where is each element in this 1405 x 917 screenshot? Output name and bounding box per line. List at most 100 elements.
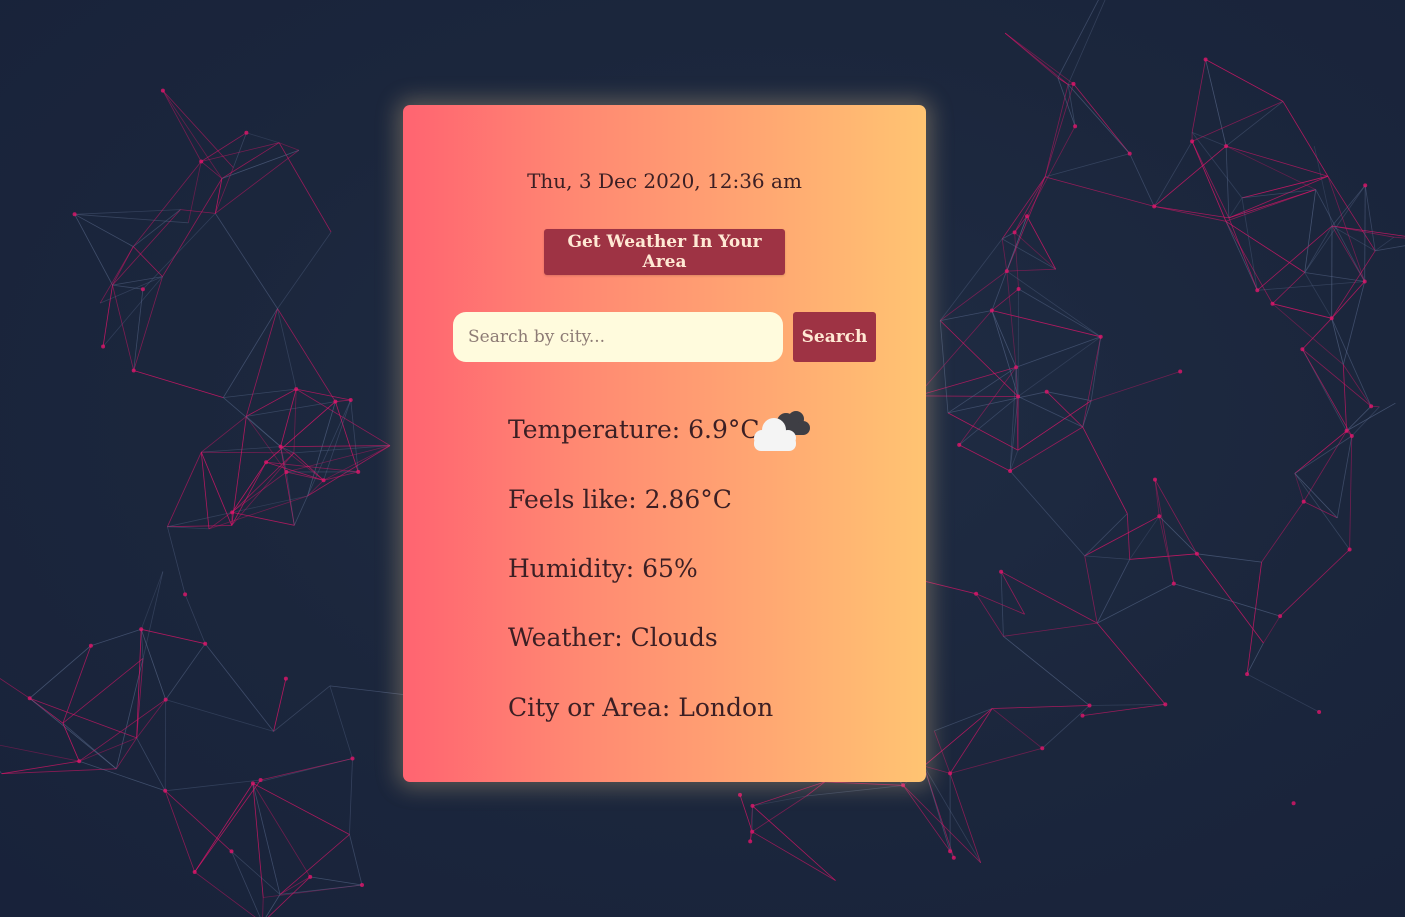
network-node	[192, 870, 197, 874]
network-line	[1042, 705, 1090, 749]
network-line	[278, 142, 332, 233]
network-line	[277, 308, 297, 390]
network-line	[78, 699, 166, 762]
network-node	[308, 874, 313, 879]
network-line	[947, 391, 1047, 414]
network-line	[1126, 513, 1131, 560]
network-node	[356, 469, 361, 474]
network-node	[1098, 334, 1103, 339]
network-line	[1082, 336, 1102, 428]
network-line	[1044, 176, 1155, 207]
network-node	[1044, 389, 1049, 394]
network-line	[933, 730, 951, 774]
network-node	[27, 696, 32, 701]
network-line	[201, 446, 281, 453]
network-line	[1304, 272, 1365, 282]
network-line	[222, 308, 278, 398]
network-node	[1317, 710, 1322, 714]
network-line	[142, 213, 216, 290]
temperature-text: Temperature: 6.9°C	[508, 415, 760, 444]
network-line	[1342, 364, 1347, 431]
network-line	[90, 628, 142, 647]
network-line	[1196, 553, 1262, 563]
network-line	[133, 209, 181, 247]
network-node	[948, 771, 953, 776]
network-line	[201, 451, 294, 454]
network-line	[1191, 141, 1227, 222]
network-line	[1331, 318, 1372, 407]
network-node	[1255, 288, 1260, 293]
network-node	[1080, 713, 1085, 718]
network-line	[74, 213, 189, 224]
network-line	[1304, 189, 1317, 273]
network-node	[1012, 230, 1017, 235]
network-line	[140, 629, 167, 700]
network-node	[748, 839, 753, 844]
network-line	[1006, 271, 1017, 368]
network-node	[1270, 301, 1275, 306]
network-line	[100, 276, 163, 304]
network-line	[214, 213, 278, 309]
network-line	[992, 705, 1090, 709]
search-button[interactable]: Search	[793, 312, 876, 362]
network-line	[162, 178, 223, 277]
network-node	[321, 478, 326, 483]
network-node	[163, 697, 168, 702]
network-node	[750, 803, 755, 808]
network-line	[917, 395, 1019, 397]
broken-clouds-icon	[754, 411, 810, 451]
network-node	[1040, 746, 1045, 751]
network-line	[132, 161, 202, 247]
network-line	[923, 765, 951, 852]
network-line	[335, 399, 351, 402]
network-node	[140, 287, 145, 292]
network-node	[1025, 214, 1029, 219]
network-line	[252, 783, 281, 895]
network-line	[1246, 562, 1262, 675]
network-line	[194, 779, 261, 873]
network-line	[141, 628, 206, 645]
network-line	[1346, 405, 1372, 432]
network-line	[1154, 206, 1226, 222]
network-line	[167, 526, 186, 595]
network-line	[1225, 146, 1230, 218]
network-line	[167, 525, 232, 528]
network-line	[916, 310, 993, 397]
network-node	[1194, 551, 1199, 556]
network-line	[1336, 435, 1353, 518]
network-node	[1329, 316, 1334, 321]
network-line	[200, 161, 223, 179]
network-line	[1006, 268, 1056, 272]
network-line	[1225, 145, 1316, 190]
network-line	[1294, 473, 1338, 519]
network-line	[252, 783, 311, 878]
network-line	[1263, 615, 1281, 644]
network-node	[1362, 279, 1367, 284]
network-line	[1044, 153, 1130, 178]
network-node	[229, 849, 234, 854]
network-node	[250, 781, 255, 786]
network-line	[1303, 430, 1347, 502]
network-node	[999, 569, 1004, 574]
network-node	[1291, 801, 1296, 806]
network-line	[180, 209, 216, 214]
get-local-weather-button[interactable]: Get Weather In Your Area	[544, 229, 785, 275]
network-line	[1205, 59, 1284, 102]
network-line	[165, 699, 274, 732]
network-line	[279, 884, 363, 895]
network-node	[1016, 394, 1021, 399]
city-search-input[interactable]	[453, 312, 783, 362]
weather-card: Thu, 3 Dec 2020, 12:36 am Get Weather In…	[403, 105, 926, 782]
network-node	[1008, 469, 1013, 473]
network-line	[1158, 516, 1175, 584]
city-text: City or Area: London	[508, 693, 774, 722]
network-node	[1278, 614, 1283, 619]
network-line	[1003, 622, 1098, 637]
network-line	[162, 90, 223, 179]
network-line	[200, 452, 210, 529]
network-line	[806, 781, 826, 797]
network-node	[1163, 702, 1168, 707]
network-line	[1046, 391, 1092, 402]
network-line	[1302, 348, 1372, 407]
network-line	[739, 794, 753, 832]
